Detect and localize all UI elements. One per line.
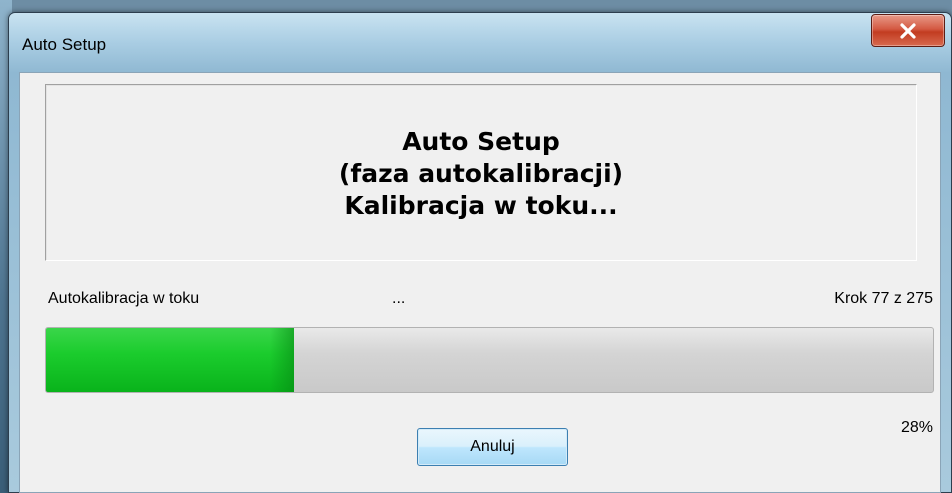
- window-title: Auto Setup: [22, 35, 107, 54]
- status-label: Autokalibracja w toku: [48, 290, 200, 307]
- progress-percent: 28%: [900, 419, 933, 436]
- progress-fill: [46, 328, 295, 392]
- heading-title: Auto Setup: [402, 127, 560, 156]
- heading-status: Kalibracja w toku...: [344, 191, 618, 220]
- progress-bar: [45, 327, 934, 393]
- dialog-client-area: Auto Setup (faza autokalibracji) Kalibra…: [19, 72, 941, 493]
- heading-phase: (faza autokalibracji): [338, 159, 624, 188]
- close-x-icon: [898, 22, 918, 39]
- step-counter: Krok 77 z 275: [834, 290, 933, 307]
- dialog-window: Auto Setup Auto Setup (faza autokalibrac…: [8, 12, 952, 493]
- close-button[interactable]: [871, 14, 945, 47]
- status-ellipsis: ...: [392, 290, 406, 307]
- header-panel: Auto Setup (faza autokalibracji) Kalibra…: [45, 84, 917, 261]
- cancel-button[interactable]: Anuluj: [417, 428, 568, 466]
- title-bar[interactable]: Auto Setup: [9, 13, 951, 65]
